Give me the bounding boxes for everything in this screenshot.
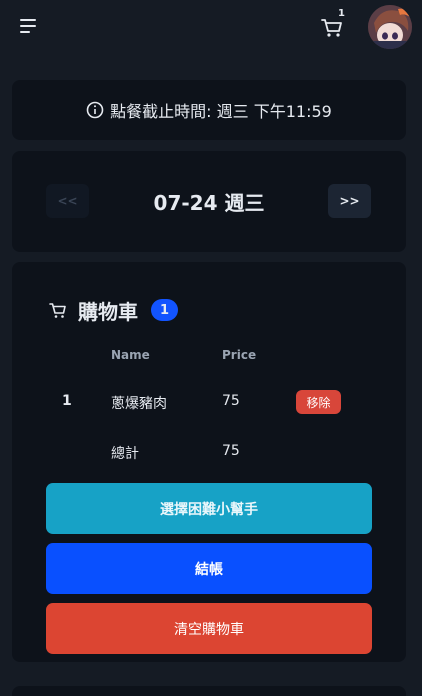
next-day-button[interactable]: >>	[328, 184, 371, 218]
cart-title: 購物車	[78, 300, 138, 324]
remove-item-button[interactable]: 移除	[296, 390, 341, 414]
checkout-button[interactable]: 結帳	[46, 543, 372, 594]
item-name: 蔥爆豬肉	[111, 396, 167, 412]
next-card-edge	[12, 686, 406, 696]
item-index: 1	[62, 393, 72, 409]
hamburger-menu-icon[interactable]	[20, 18, 38, 34]
total-value: 75	[222, 443, 240, 459]
total-label: 總計	[111, 446, 139, 462]
order-deadline-text: 點餐截止時間: 週三 下午11:59	[110, 102, 332, 121]
shopping-cart-icon	[49, 303, 66, 318]
info-circle-icon	[86, 101, 104, 119]
decision-helper-button[interactable]: 選擇困難小幫手	[46, 483, 372, 534]
column-header-name: Name	[111, 348, 150, 362]
shopping-cart-card: 購物車 1 Name Price 1 蔥爆豬肉 75 移除 總計 75 選擇困難…	[12, 262, 406, 662]
user-avatar[interactable]	[368, 5, 412, 49]
column-header-price: Price	[222, 348, 257, 362]
date-navigator: << 07-24 週三 >>	[12, 151, 406, 252]
top-bar: 1	[0, 0, 422, 56]
order-deadline-card: 點餐截止時間: 週三 下午11:59	[12, 80, 406, 140]
item-price: 75	[222, 393, 240, 409]
clear-cart-button[interactable]: 清空購物車	[46, 603, 372, 654]
cart-count-badge: 1	[338, 8, 345, 19]
cart-item-count-badge: 1	[151, 299, 178, 321]
